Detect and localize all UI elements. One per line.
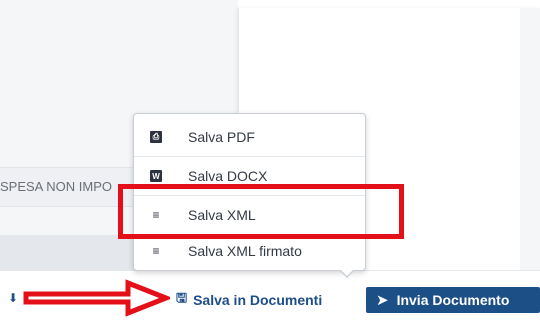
send-arrow-icon: ➤ [376, 292, 389, 309]
lines-icon: ≡ [152, 244, 160, 258]
menu-item-save-pdf[interactable]: ⎙ Salva PDF [134, 118, 365, 156]
spesa-field-text: SPESA NON IMPO [0, 179, 112, 194]
menu-item-label: Salva PDF [188, 129, 255, 145]
save-in-documents-button[interactable]: 🖫 Salva in Documenti [176, 288, 322, 312]
download-icon[interactable]: ⬇ [8, 291, 18, 305]
menu-item-label: Salva DOCX [188, 168, 268, 184]
pdf-icon: ⎙ [150, 131, 162, 143]
send-document-button[interactable]: ➤ Invia Documento [366, 287, 540, 313]
send-document-label: Invia Documento [396, 292, 510, 308]
menu-item-label: Salva XML firmato [188, 243, 302, 259]
word-icon: W [150, 170, 162, 182]
right-gutter [520, 8, 540, 270]
red-arrow-annotation [23, 279, 170, 317]
save-in-documents-label: Salva in Documenti [193, 292, 323, 308]
red-highlight-box [118, 184, 404, 239]
form-row-bar [0, 235, 135, 270]
spesa-field[interactable]: SPESA NON IMPO [0, 167, 135, 207]
floppy-disk-icon: 🖫 [176, 290, 188, 305]
menu-caret-fill [340, 269, 354, 276]
